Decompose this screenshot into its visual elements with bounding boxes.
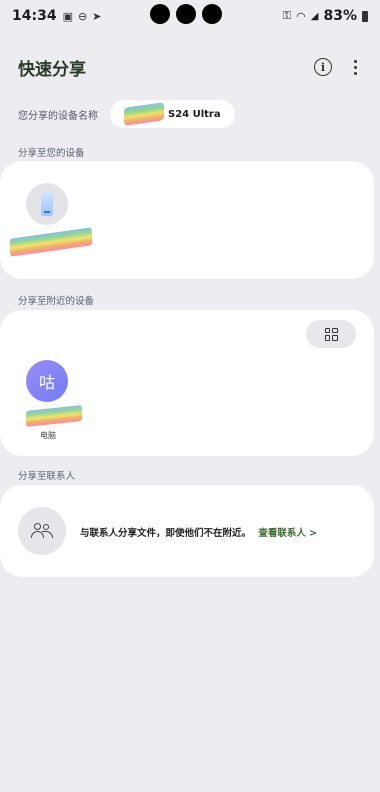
redaction-overlay bbox=[26, 405, 82, 427]
device-name-row: 您分享的设备名称 S24 Ultra bbox=[18, 100, 235, 128]
image-icon: ▣ bbox=[62, 9, 73, 23]
contacts-description-text: 与联系人分享文件，即使他们不在附近。 bbox=[80, 528, 252, 539]
signal-icon: ◢ bbox=[310, 10, 319, 22]
view-contacts-link[interactable]: 查看联系人 > bbox=[258, 528, 317, 539]
minus-circle-icon: ⊖ bbox=[77, 9, 88, 23]
key-icon: ⚿ bbox=[282, 9, 292, 22]
redaction-overlay bbox=[124, 102, 164, 126]
contacts-description: 与联系人分享文件，即使他们不在附近。 查看联系人 > bbox=[80, 525, 317, 539]
nearby-device-avatar[interactable]: 咕 bbox=[26, 360, 68, 402]
own-device-avatar[interactable] bbox=[26, 183, 68, 225]
status-bar: 14:34 ▣ ⊖ ➤ ⚿ ◠ ◢ 83% bbox=[0, 0, 380, 32]
people-icon bbox=[31, 523, 53, 539]
nearby-device-label: 电脑 bbox=[40, 431, 56, 440]
phone-icon bbox=[41, 192, 53, 216]
camera-cutout bbox=[150, 4, 222, 24]
notification-icons: ▣ ⊖ ➤ bbox=[63, 10, 102, 23]
section-contacts: 分享至联系人 bbox=[18, 471, 76, 482]
section-nearby-devices: 分享至附近的设备 bbox=[18, 296, 95, 307]
more-options-icon[interactable] bbox=[350, 59, 360, 75]
device-name-chip[interactable]: S24 Ultra bbox=[110, 100, 235, 128]
qr-code-button[interactable] bbox=[306, 320, 356, 348]
status-time: 14:34 bbox=[12, 8, 57, 24]
page-title: 快速分享 bbox=[18, 59, 86, 80]
redaction-overlay bbox=[9, 227, 93, 257]
your-devices-card bbox=[0, 161, 374, 279]
send-icon: ➤ bbox=[92, 9, 102, 23]
device-name-label: 您分享的设备名称 bbox=[18, 110, 98, 122]
contacts-card: 与联系人分享文件，即使他们不在附近。 查看联系人 > bbox=[0, 485, 374, 577]
battery-level: 83% bbox=[323, 8, 357, 24]
battery-icon bbox=[362, 10, 368, 22]
device-name-value: S24 Ultra bbox=[168, 108, 221, 120]
info-icon[interactable]: i bbox=[314, 58, 332, 76]
section-your-devices: 分享至您的设备 bbox=[18, 148, 85, 159]
wifi-icon: ◠ bbox=[296, 9, 306, 23]
app-header: 快速分享 i bbox=[18, 55, 360, 80]
nearby-devices-card: 咕 电脑 bbox=[0, 310, 374, 456]
qr-code-icon bbox=[324, 327, 338, 341]
contacts-avatar bbox=[18, 507, 66, 555]
